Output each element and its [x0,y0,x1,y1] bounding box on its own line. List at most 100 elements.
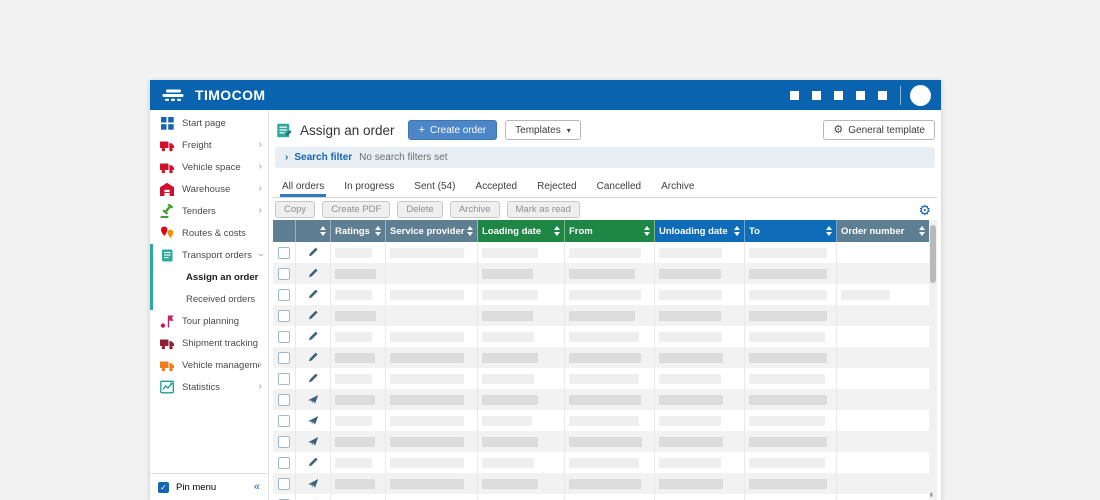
cell-to [745,305,837,326]
sort-icon[interactable] [375,226,381,236]
topbar-menu-icon[interactable] [812,91,821,100]
sort-icon[interactable] [734,226,740,236]
sent-paper-plane-icon[interactable] [307,414,320,427]
row-checkbox[interactable] [278,394,290,406]
cell-loading [478,347,565,368]
row-checkbox[interactable] [278,289,290,301]
mark-as-read-button[interactable]: Mark as read [507,201,580,218]
sidebar-item-statistics[interactable]: Statistics› [150,376,268,398]
sidebar-item-routes-costs[interactable]: Routes & costs [150,222,268,244]
cell-from [565,410,655,431]
delete-button[interactable]: Delete [397,201,442,218]
topbar-menu-icon[interactable] [856,91,865,100]
column-label: Order number [841,226,919,237]
row-checkbox[interactable] [278,331,290,343]
sidebar-item-label: Tour planning [182,316,262,327]
tab-archive[interactable]: Archive [654,178,701,197]
edit-pencil-icon[interactable] [307,456,320,469]
column-header-unloading-date[interactable]: Unloading date [655,220,745,242]
sidebar-item-vehicle-space[interactable]: Vehicle space› [150,156,268,178]
cell-order [837,410,930,431]
sent-paper-plane-icon[interactable] [307,393,320,406]
row-checkbox[interactable] [278,373,290,385]
general-template-button[interactable]: ⚙ General template [823,120,935,140]
cell-unloading [655,305,745,326]
sort-icon[interactable] [467,226,473,236]
edit-pencil-icon[interactable] [307,372,320,385]
copy-button[interactable]: Copy [275,201,315,218]
user-avatar[interactable] [910,85,931,106]
sidebar-item-freight[interactable]: Freight› [150,134,268,156]
tab-rejected[interactable]: Rejected [530,178,583,197]
edit-pencil-icon[interactable] [307,288,320,301]
scrollbar-thumb[interactable] [930,225,936,283]
row-checkbox[interactable] [278,268,290,280]
sidebar-item-tenders[interactable]: Tenders› [150,200,268,222]
edit-pencil-icon[interactable] [307,309,320,322]
sidebar-item-warehouse[interactable]: Warehouse› [150,178,268,200]
search-filter-toggle[interactable]: Search filter [294,152,352,163]
create-pdf-button[interactable]: Create PDF [322,201,390,218]
cell-order [837,431,930,452]
topbar-menu-icon[interactable] [878,91,887,100]
cell-provider [386,494,478,500]
row-checkbox[interactable] [278,478,290,490]
row-checkbox[interactable] [278,415,290,427]
column-header-service-provider[interactable]: Service provider [386,220,478,242]
cell-provider [386,326,478,347]
sidebar-item-start-page[interactable]: Start page [150,112,268,134]
brand-title: TIMOCOM [195,87,265,103]
row-checkbox[interactable] [278,247,290,259]
topbar-menu-icon[interactable] [790,91,799,100]
row-checkbox[interactable] [278,457,290,469]
column-header-to[interactable]: To [745,220,837,242]
create-order-button[interactable]: + Create order [408,120,498,140]
cell-ratings [331,410,386,431]
sidebar-item-shipment-tracking[interactable]: Shipment tracking [150,332,268,354]
cell-from [565,473,655,494]
table-settings-gear-icon[interactable]: ⚙ [918,203,931,217]
column-header-from[interactable]: From [565,220,655,242]
sent-paper-plane-icon[interactable] [307,435,320,448]
tab-sent-54[interactable]: Sent (54) [407,178,462,197]
column-header-order-number[interactable]: Order number [837,220,930,242]
collapse-sidebar-icon[interactable]: « [254,481,260,493]
pin-menu-row[interactable]: ✓ Pin menu « [150,473,268,500]
sidebar-item-assign-an-order[interactable]: Assign an order [150,266,268,288]
chevron-right-icon: › [285,152,288,163]
sort-icon[interactable] [919,226,925,236]
sort-icon[interactable] [554,226,560,236]
vertical-scrollbar[interactable]: ▮ [929,220,937,500]
placeholder-bar [659,248,722,258]
column-label: Service provider [390,226,467,237]
tab-accepted[interactable]: Accepted [468,178,524,197]
sort-icon[interactable] [644,226,650,236]
edit-pencil-icon[interactable] [307,267,320,280]
cell-unloading [655,326,745,347]
pin-menu-checkbox[interactable]: ✓ [158,482,169,493]
sort-icon[interactable] [320,226,326,236]
archive-button[interactable]: Archive [450,201,500,218]
row-checkbox[interactable] [278,310,290,322]
row-checkbox[interactable] [278,352,290,364]
edit-pencil-icon[interactable] [307,351,320,364]
sort-icon[interactable] [826,226,832,236]
column-header-ratings[interactable]: Ratings [331,220,386,242]
tab-cancelled[interactable]: Cancelled [590,178,648,197]
templates-dropdown[interactable]: Templates ▾ [505,120,581,140]
sidebar-item-transport-orders[interactable]: Transport orders› [150,244,268,266]
topbar-menu-icon[interactable] [834,91,843,100]
tab-in-progress[interactable]: In progress [337,178,401,197]
search-filter-bar[interactable]: › Search filter No search filters set [275,147,935,168]
column-header-status[interactable] [296,220,331,242]
row-checkbox[interactable] [278,436,290,448]
sidebar-item-vehicle-management[interactable]: Vehicle management› [150,354,268,376]
edit-pencil-icon[interactable] [307,330,320,343]
row-select-cell [273,263,296,284]
sidebar-item-received-orders[interactable]: Received orders [150,288,268,310]
tab-all-orders[interactable]: All orders [275,178,331,197]
sidebar-item-tour-planning[interactable]: Tour planning [150,310,268,332]
edit-pencil-icon[interactable] [307,246,320,259]
column-header-loading-date[interactable]: Loading date [478,220,565,242]
sent-paper-plane-icon[interactable] [307,477,320,490]
